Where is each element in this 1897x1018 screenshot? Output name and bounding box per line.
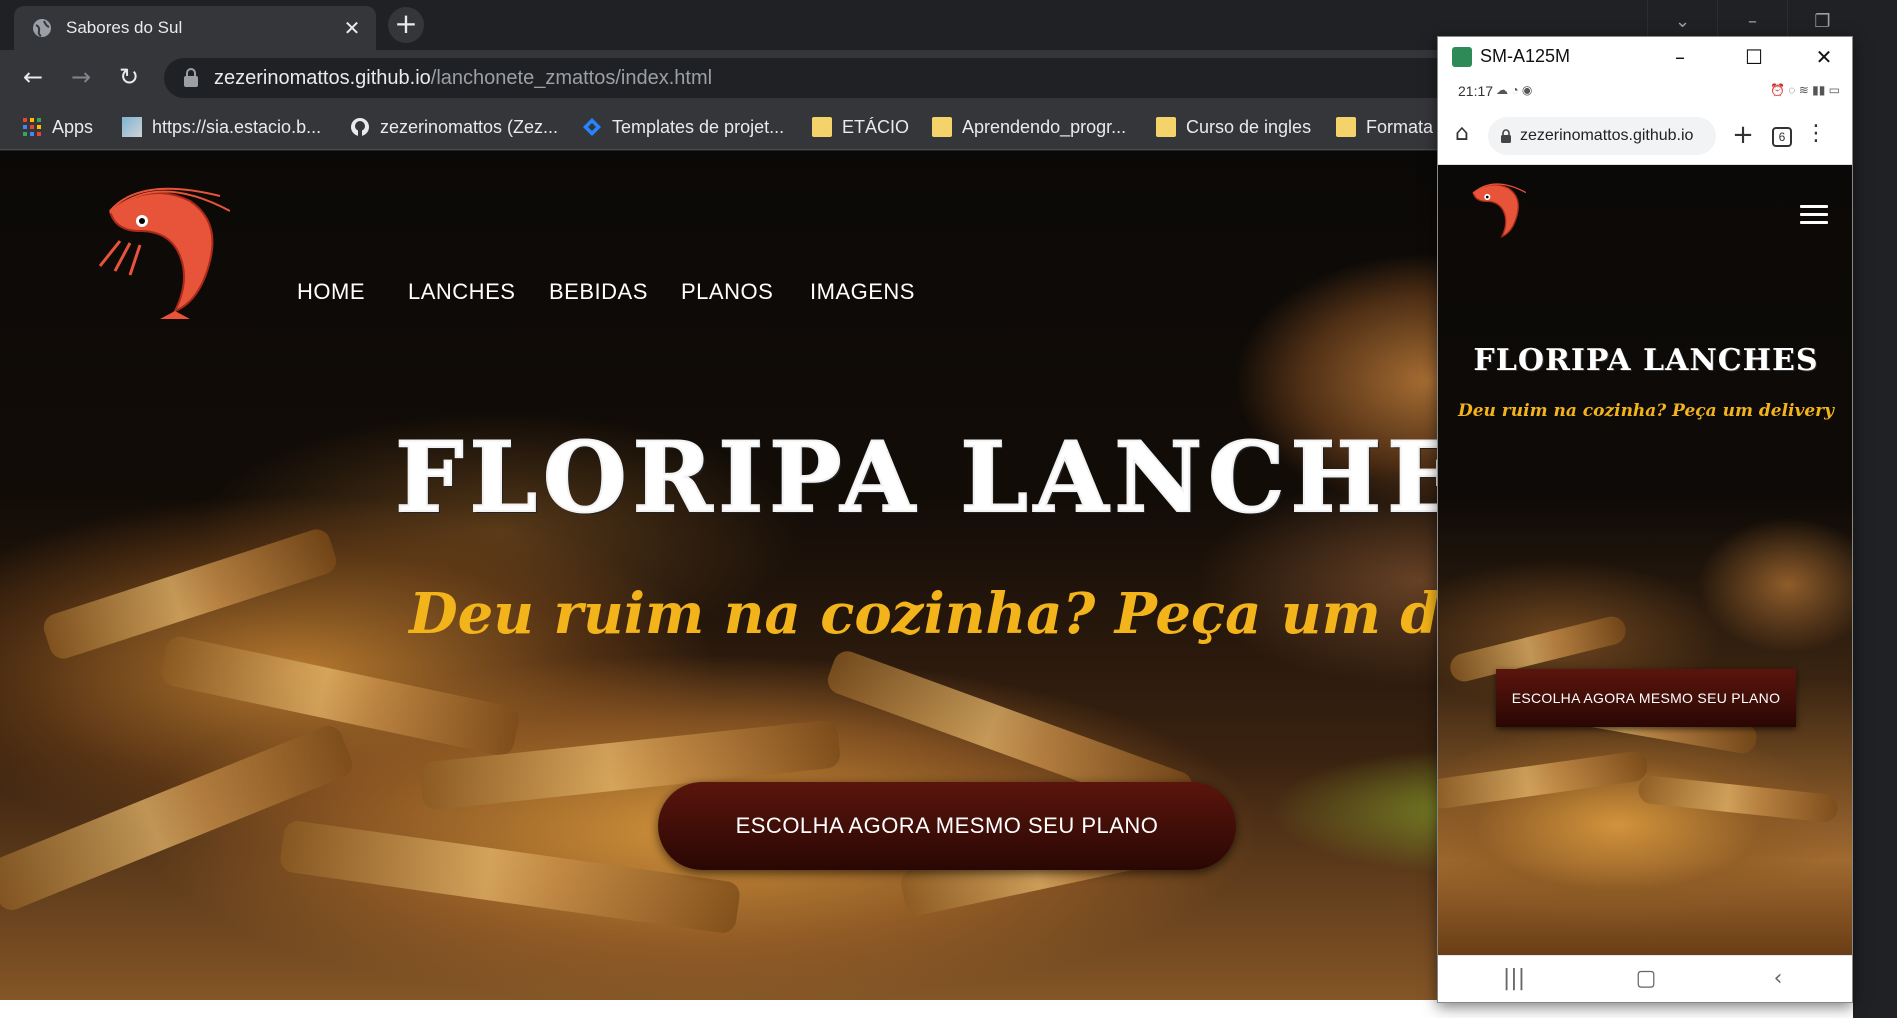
browser-right-edge (1853, 50, 1897, 1018)
url-path: /lanchonete_zmattos/index.html (430, 67, 713, 89)
app-icon (1452, 47, 1472, 67)
bookmark-folder-formata[interactable]: Formata (1336, 114, 1433, 140)
notification-icons: ☁ ◔ ◉ (1496, 83, 1533, 97)
more-vert-icon[interactable]: ⋮ (1804, 121, 1828, 146)
nav-bebidas[interactable]: BEBIDAS (549, 279, 648, 305)
close-tab-icon[interactable]: ✕ (340, 16, 364, 40)
minimize-icon[interactable]: – (1660, 41, 1700, 73)
address-bar[interactable]: zezerinomattos.github.io/lanchonete_zmat… (164, 58, 1464, 98)
bookmark-label: Aprendendo_progr... (962, 117, 1127, 137)
fries-decoration (1438, 749, 1650, 811)
folder-icon (812, 117, 832, 137)
back-icon[interactable]: ‹ (1758, 966, 1798, 991)
bookmark-folder-aprendendo[interactable]: Aprendendo_progr... (932, 114, 1126, 140)
estacio-icon (122, 117, 142, 137)
bookmark-folder-curso-ingles[interactable]: Curso de ingles (1156, 114, 1311, 140)
bookmark-label: ETÁCIO (842, 117, 910, 137)
phone-time: 21:17 (1458, 83, 1494, 99)
bookmark-label: Templates de projet... (612, 117, 785, 137)
hamburger-line (1800, 205, 1828, 208)
nav-imagens[interactable]: IMAGENS (810, 279, 915, 305)
bookmark-sia-estacio[interactable]: https://sia.estacio.b... (122, 114, 321, 140)
phone-browser-toolbar: ⌂ zezerinomattos.github.io + 6 ⋮ (1438, 107, 1852, 165)
bookmark-apps[interactable]: Apps (22, 114, 93, 140)
phone-address-bar[interactable]: zezerinomattos.github.io (1488, 117, 1716, 155)
hamburger-line (1800, 221, 1828, 224)
url-text: zezerinomattos.github.io/lanchonete_zmat… (214, 67, 712, 90)
fries-decoration (0, 721, 357, 915)
folder-icon (1156, 117, 1176, 137)
shrimp-logo (1472, 183, 1526, 238)
hamburger-menu-icon[interactable] (1800, 205, 1828, 225)
shrimp-logo (98, 187, 230, 319)
bookmark-label: Curso de ingles (1186, 117, 1312, 137)
recents-icon[interactable]: ||| (1494, 966, 1534, 991)
signal-battery-icons: ⏰ ◌ ≋ ▮▮ ▭ (1769, 83, 1840, 97)
close-icon[interactable]: ✕ (1804, 41, 1844, 73)
maximize-icon[interactable]: ☐ (1734, 41, 1774, 73)
phone-window-titlebar: SM-A125M – ☐ ✕ (1438, 37, 1852, 77)
lock-icon (184, 68, 198, 87)
reload-icon[interactable]: ↻ (114, 62, 144, 92)
phone-hero-title: FLORIPA LANCHES (1473, 343, 1819, 378)
jira-icon (583, 118, 601, 136)
github-icon (351, 118, 369, 136)
bookmark-label: https://sia.estacio.b... (152, 117, 322, 137)
bookmark-github[interactable]: zezerinomattos (Zez... (350, 114, 558, 140)
nav-lanches[interactable]: LANCHES (408, 279, 515, 305)
bookmark-templates[interactable]: Templates de projet... (582, 114, 784, 140)
phone-mirror-window: SM-A125M – ☐ ✕ 21:17 ☁ ◔ ◉ ⏰ ◌ ≋ ▮▮ ▭ ⌂ … (1437, 36, 1853, 1003)
home-button-icon[interactable]: ▢ (1626, 966, 1666, 991)
nav-planos[interactable]: PLANOS (681, 279, 773, 305)
fries-decoration (1637, 774, 1839, 824)
bookmark-label: Formata (1366, 117, 1434, 137)
tab-sabores-do-sul[interactable]: Sabores do Sul ✕ (14, 6, 376, 50)
hamburger-line (1800, 213, 1828, 216)
globe-icon (33, 19, 51, 37)
tab-title: Sabores do Sul (66, 18, 183, 37)
lock-icon (1501, 129, 1511, 143)
new-tab-button[interactable]: + (388, 7, 424, 43)
bookmark-label: zezerinomattos (Zez... (380, 117, 559, 137)
nav-home[interactable]: HOME (297, 279, 365, 305)
bookmark-folder-etacio[interactable]: ETÁCIO (812, 114, 909, 140)
phone-website-hero: FLORIPA LANCHES Deu ruim na cozinha? Peç… (1438, 165, 1852, 955)
home-icon[interactable]: ⌂ (1448, 121, 1476, 149)
phone-status-bar: 21:17 ☁ ◔ ◉ ⏰ ◌ ≋ ▮▮ ▭ (1438, 77, 1852, 107)
folder-icon (932, 117, 952, 137)
phone-choose-plan-button[interactable]: ESCOLHA AGORA MESMO SEU PLANO (1496, 669, 1796, 727)
apps-grid-icon (23, 118, 41, 136)
forward-arrow-icon[interactable]: → (66, 62, 96, 92)
phone-hero-subtitle: Deu ruim na cozinha? Peça um delivery (1457, 401, 1835, 421)
url-host: zezerinomattos.github.io (214, 67, 431, 89)
folder-icon (1336, 117, 1356, 137)
back-arrow-icon[interactable]: ← (18, 62, 48, 92)
phone-url-text: zezerinomattos.github.io (1520, 127, 1694, 144)
bookmark-label: Apps (52, 117, 94, 137)
tab-switcher-button[interactable]: 6 (1772, 127, 1792, 147)
phone-window-title: SM-A125M (1480, 46, 1571, 66)
new-tab-icon[interactable]: + (1728, 119, 1758, 151)
android-nav-bar: ||| ▢ ‹ (1438, 955, 1852, 1002)
choose-plan-button[interactable]: ESCOLHA AGORA MESMO SEU PLANO (658, 782, 1236, 870)
